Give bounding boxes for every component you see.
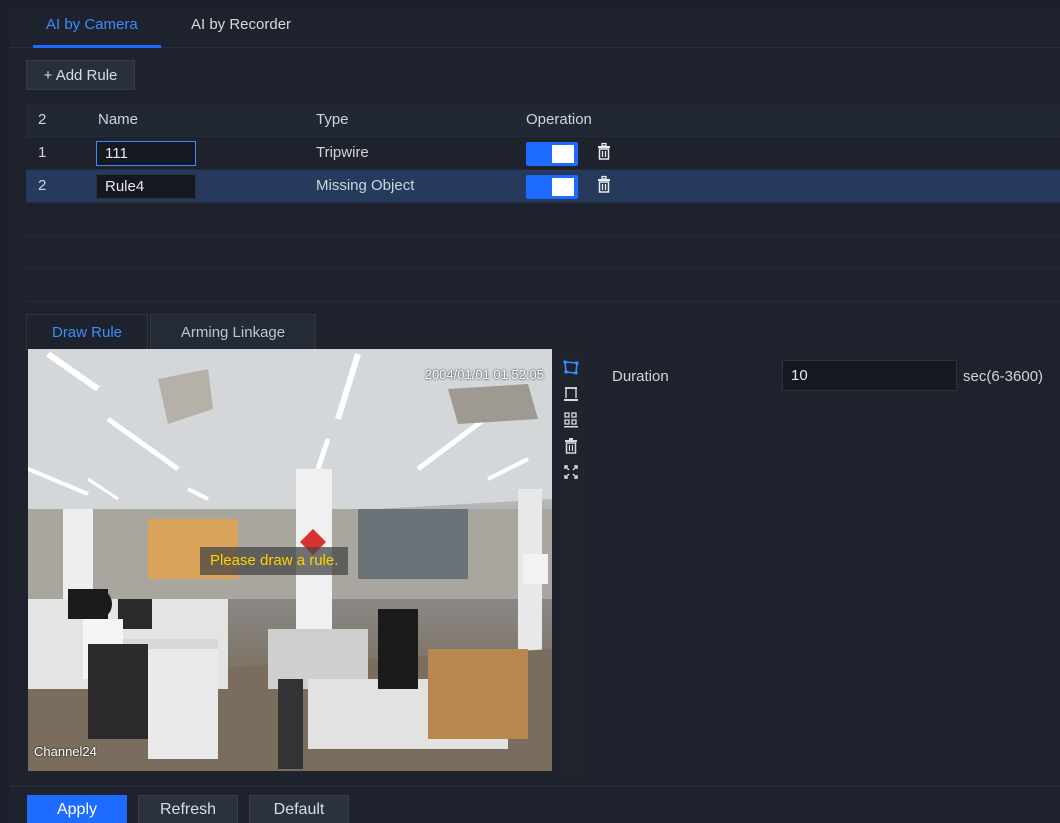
empty-row: [26, 203, 1060, 236]
rule-count-header: 2: [38, 111, 47, 128]
camera-preview[interactable]: 2004/01/01 01:52:05 Please draw a rule. …: [28, 349, 552, 771]
draw-max-size-icon[interactable]: [562, 411, 580, 429]
empty-row: [26, 269, 1060, 302]
apply-button[interactable]: Apply: [27, 795, 127, 823]
type-column-header: Type: [316, 111, 349, 128]
tab-arming-linkage[interactable]: Arming Linkage: [150, 314, 316, 350]
duration-unit: sec(6-3600): [963, 368, 1044, 385]
draw-min-size-icon[interactable]: [562, 385, 580, 403]
row-index: 1: [38, 144, 47, 161]
draw-tool-column: [558, 349, 584, 775]
rule-enable-toggle[interactable]: [526, 175, 578, 199]
duration-input[interactable]: 10: [782, 360, 957, 391]
trash-icon[interactable]: [596, 175, 612, 195]
draw-region-icon[interactable]: [562, 359, 580, 377]
tab-ai-by-camera[interactable]: AI by Camera: [46, 16, 138, 33]
rule-name-input[interactable]: 111: [96, 141, 196, 166]
tab-ai-by-recorder[interactable]: AI by Recorder: [191, 16, 291, 33]
default-button[interactable]: Default: [249, 795, 349, 823]
rule-enable-toggle[interactable]: [526, 142, 578, 166]
refresh-button[interactable]: Refresh: [138, 795, 238, 823]
rule-type: Missing Object: [316, 177, 415, 194]
action-bar: Apply Refresh Default: [10, 786, 1060, 823]
table-row[interactable]: 1 111 Tripwire: [26, 137, 1060, 170]
name-column-header: Name: [98, 111, 139, 128]
fullscreen-icon[interactable]: [562, 463, 580, 481]
trash-icon[interactable]: [596, 142, 612, 162]
empty-row: [26, 236, 1060, 269]
add-rule-button[interactable]: + Add Rule: [26, 60, 135, 90]
top-tab-bar: AI by Camera AI by Recorder: [10, 8, 1060, 48]
toggle-knob: [552, 178, 574, 196]
channel-label: Channel24: [34, 744, 97, 759]
table-header: 2 Name Type Operation: [26, 104, 1060, 137]
ai-rule-panel: AI by Camera AI by Recorder + Add Rule 2…: [10, 8, 1060, 823]
tab-draw-rule[interactable]: Draw Rule: [26, 314, 148, 350]
duration-label: Duration: [612, 368, 669, 385]
delete-icon[interactable]: [562, 437, 580, 455]
toggle-knob: [552, 145, 574, 163]
operation-column-header: Operation: [526, 111, 592, 128]
row-index: 2: [38, 177, 47, 194]
table-row[interactable]: 2 Rule4 Missing Object: [26, 170, 1060, 203]
draw-rule-hint: Please draw a rule.: [200, 547, 349, 575]
rule-name-input[interactable]: Rule4: [96, 174, 196, 199]
rule-type: Tripwire: [316, 144, 369, 161]
video-timestamp: 2004/01/01 01:52:05: [424, 367, 544, 382]
active-tab-indicator: [33, 45, 161, 48]
rule-table: 2 Name Type Operation 1 111 Tripwire 2 R…: [26, 104, 1060, 302]
